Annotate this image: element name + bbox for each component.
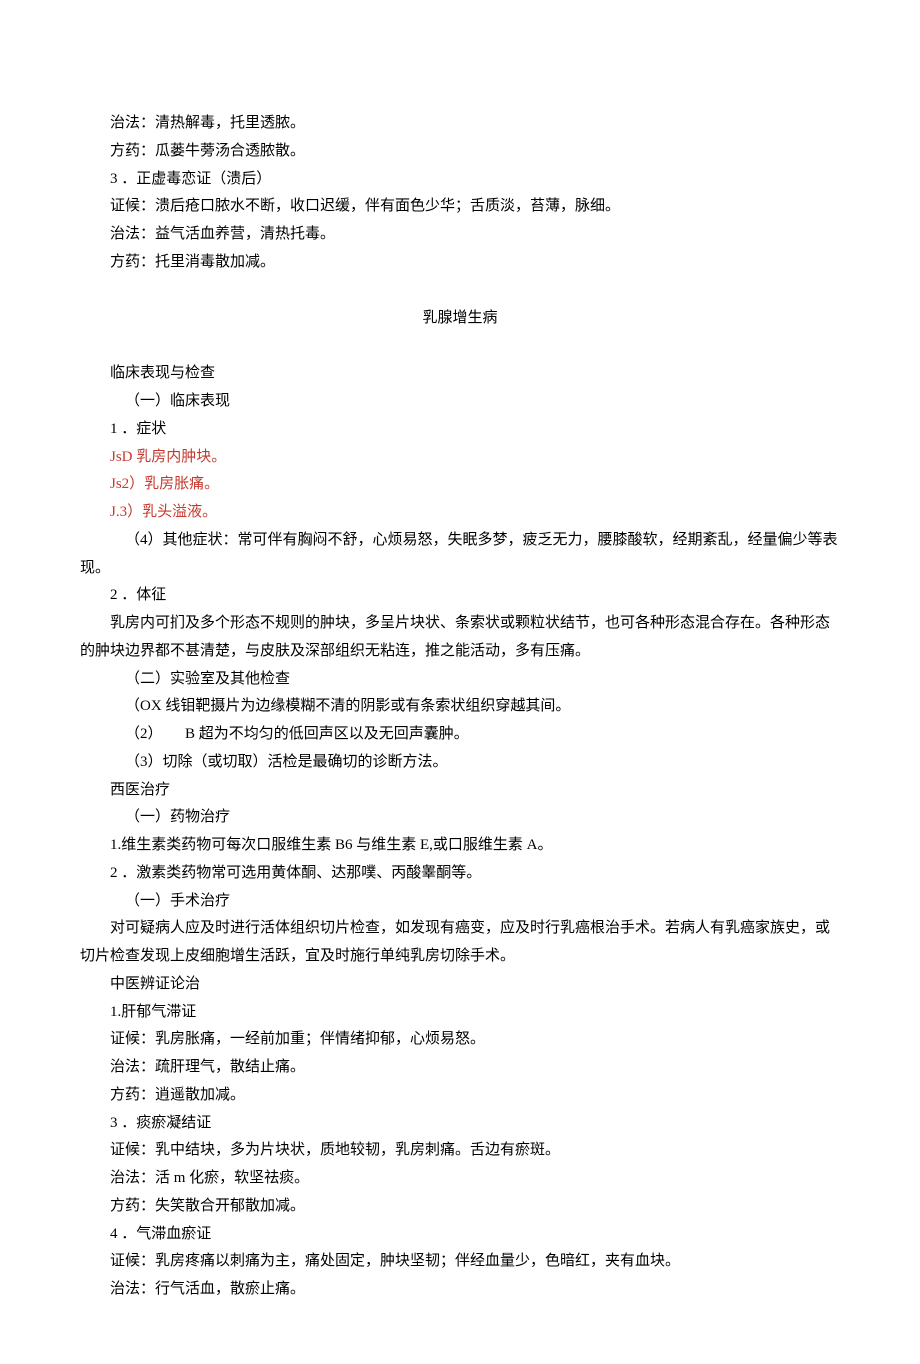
text-line: 2 ．激素类药物常可选用黄体酮、达那噗、丙酸睾酮等。	[80, 860, 840, 888]
text-line: 乳房内可扪及多个形态不规则的肿块，多呈片块状、条索状或颗粒状结节，也可各种形态混…	[80, 610, 840, 666]
section-title: 乳腺增生病	[80, 305, 840, 333]
text-line: 1.维生素类药物可每次口服维生素 B6 与维生素 E,或口服维生素 A。	[80, 832, 840, 860]
text-line: （一）临床表现	[80, 388, 840, 416]
text-line-highlight: Js2）乳房胀痛。	[80, 471, 840, 499]
text-line: 4 ．气滞血瘀证	[80, 1221, 840, 1249]
text-line-highlight: J.3）乳头溢液。	[80, 499, 840, 527]
text-line: 方药：逍遥散加减。	[80, 1082, 840, 1110]
text-line: 对可疑病人应及时进行活体组织切片检查，如发现有癌变，应及时行乳癌根治手术。若病人…	[80, 915, 840, 971]
text-line: 1 ．症状	[80, 416, 840, 444]
text-line: 1.肝郁气滞证	[80, 999, 840, 1027]
text-line: 证候：溃后疮口脓水不断，收口迟缓，伴有面色少华；舌质淡，苔薄，脉细。	[80, 193, 840, 221]
text-line: 方药：失笑散合开郁散加减。	[80, 1193, 840, 1221]
text-line: 治法：益气活血养营，清热托毒。	[80, 221, 840, 249]
text-line: 治法：活 m 化瘀，软坚祛痰。	[80, 1165, 840, 1193]
text-line: （2） B 超为不均匀的低回声区以及无回声囊肿。	[80, 721, 840, 749]
text-line: 3 ．正虚毒恋证（溃后）	[80, 166, 840, 194]
text-line: 方药：瓜蒌牛蒡汤合透脓散。	[80, 138, 840, 166]
text-line: 临床表现与检查	[80, 360, 840, 388]
text-line: 治法：行气活血，散瘀止痛。	[80, 1276, 840, 1304]
text-line: 2 ．体征	[80, 582, 840, 610]
text-line: （OX 线钼靶摄片为边缘模糊不清的阴影或有条索状组织穿越其间。	[80, 693, 840, 721]
text-line: 治法：疏肝理气，散结止痛。	[80, 1054, 840, 1082]
text-line: 证候：乳房疼痛以刺痛为主，痛处固定，肿块坚韧；伴经血量少，色暗红，夹有血块。	[80, 1248, 840, 1276]
text-line: 证候：乳房胀痛，一经前加重；伴情绪抑郁，心烦易怒。	[80, 1026, 840, 1054]
text-line: （3）切除（或切取）活检是最确切的诊断方法。	[80, 749, 840, 777]
text-line: （一）药物治疗	[80, 804, 840, 832]
text-line: （4）其他症状：常可伴有胸闷不舒，心烦易怒，失眠多梦，疲乏无力，腰膝酸软，经期紊…	[80, 527, 840, 583]
text-line-highlight: JsD 乳房内肿块。	[80, 444, 840, 472]
text-line: 方药：托里消毒散加减。	[80, 249, 840, 277]
text-line: 西医治疗	[80, 777, 840, 805]
text-line: 治法：清热解毒，托里透脓。	[80, 110, 840, 138]
document-page: 治法：清热解毒，托里透脓。 方药：瓜蒌牛蒡汤合透脓散。 3 ．正虚毒恋证（溃后）…	[0, 0, 920, 1364]
text-line: 证候：乳中结块，多为片块状，质地较韧，乳房刺痛。舌边有瘀斑。	[80, 1137, 840, 1165]
text-line: （二）实验室及其他检查	[80, 666, 840, 694]
text-line: 中医辨证论治	[80, 971, 840, 999]
text-line: （一）手术治疗	[80, 888, 840, 916]
text-line: 3 ．痰瘀凝结证	[80, 1110, 840, 1138]
